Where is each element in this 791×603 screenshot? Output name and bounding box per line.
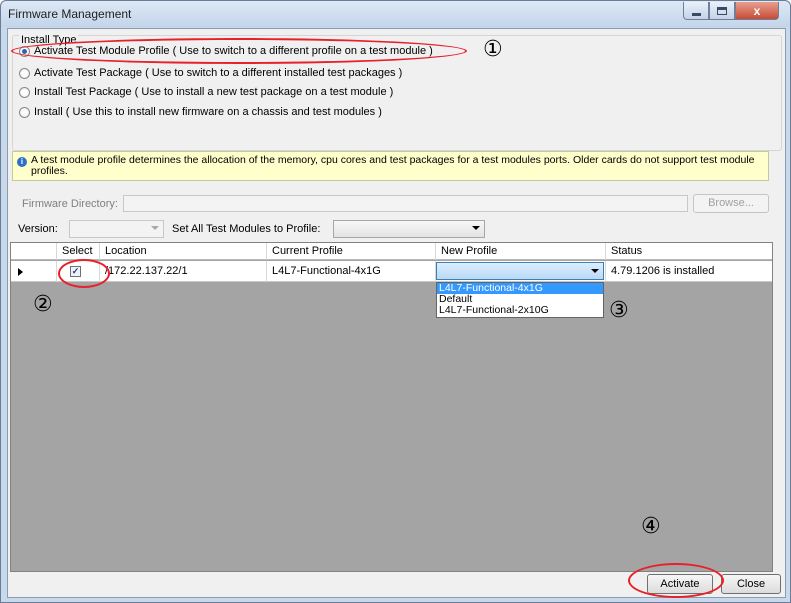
close-icon: x bbox=[753, 3, 761, 18]
new-profile-dropdown-list[interactable]: L4L7-Functional-4x1G Default L4L7-Functi… bbox=[436, 282, 604, 318]
close-button[interactable]: Close bbox=[721, 574, 781, 594]
row-pointer-icon bbox=[18, 268, 23, 276]
minimize-icon bbox=[691, 13, 701, 16]
browse-button[interactable]: Browse... bbox=[693, 194, 769, 213]
annotation-step-1: ① bbox=[483, 37, 503, 62]
grid-header: Select Location Current Profile New Prof… bbox=[11, 243, 772, 260]
radio-button-icon[interactable] bbox=[19, 86, 30, 98]
version-combo[interactable] bbox=[69, 220, 164, 238]
radio-button-icon[interactable] bbox=[19, 67, 30, 79]
firmware-directory-input[interactable] bbox=[123, 195, 688, 212]
annotation-step-3: ③ bbox=[609, 298, 629, 323]
column-header-status[interactable]: Status bbox=[606, 243, 772, 260]
annotation-ellipse-activate-button bbox=[628, 563, 724, 598]
current-profile-cell: L4L7-Functional-4x1G bbox=[267, 261, 436, 282]
radio-label: Activate Test Package ( Use to switch to… bbox=[34, 67, 403, 79]
status-cell: 4.79.1206 is installed bbox=[611, 265, 715, 277]
chevron-down-icon bbox=[591, 269, 599, 273]
firmware-directory-label: Firmware Directory: bbox=[22, 198, 118, 210]
row-selector[interactable] bbox=[11, 261, 57, 282]
annotation-ellipse-select-checkbox bbox=[58, 259, 110, 288]
radio-activate-test-package[interactable]: Activate Test Package ( Use to switch to… bbox=[19, 65, 402, 81]
info-icon: i bbox=[17, 157, 27, 167]
chevron-down-icon bbox=[472, 226, 480, 230]
minimize-button[interactable] bbox=[683, 2, 709, 20]
window-title: Firmware Management bbox=[8, 7, 132, 21]
info-banner: i A test module profile determines the a… bbox=[12, 151, 769, 181]
column-header-new-profile[interactable]: New Profile bbox=[436, 243, 606, 260]
maximize-icon bbox=[717, 6, 727, 15]
close-window-button[interactable]: x bbox=[735, 2, 779, 20]
annotation-ellipse-install-option bbox=[11, 38, 467, 64]
radio-label: Install Test Package ( Use to install a … bbox=[34, 86, 394, 98]
column-header-location[interactable]: Location bbox=[100, 243, 267, 260]
radio-button-icon[interactable] bbox=[19, 106, 30, 118]
column-header-current-profile[interactable]: Current Profile bbox=[267, 243, 436, 260]
maximize-button[interactable] bbox=[709, 2, 735, 20]
column-header-select[interactable]: Select bbox=[57, 243, 100, 260]
title-bar[interactable]: Firmware Management x bbox=[1, 1, 790, 27]
set-all-profile-combo[interactable] bbox=[333, 220, 485, 238]
dropdown-option[interactable]: L4L7-Functional-2x10G bbox=[437, 305, 603, 316]
row-header-column bbox=[11, 243, 57, 260]
dialog-body: Install Type Activate Test Module Profil… bbox=[7, 28, 786, 598]
radio-install-test-package[interactable]: Install Test Package ( Use to install a … bbox=[19, 84, 393, 100]
set-all-profile-label: Set All Test Modules to Profile: bbox=[172, 223, 321, 235]
radio-install[interactable]: Install ( Use this to install new firmwa… bbox=[19, 104, 382, 120]
annotation-step-2: ② bbox=[33, 292, 53, 317]
firmware-management-window: Firmware Management x Install Type Activ… bbox=[0, 0, 791, 603]
annotation-step-4: ④ bbox=[641, 514, 661, 539]
table-row[interactable]: ✓ /172.22.137.22/1 L4L7-Functional-4x1G … bbox=[11, 261, 772, 282]
version-label: Version: bbox=[18, 223, 58, 235]
radio-label: Install ( Use this to install new firmwa… bbox=[34, 106, 382, 118]
location-cell: /172.22.137.22/1 bbox=[100, 261, 267, 282]
info-text: A test module profile determines the all… bbox=[31, 154, 755, 177]
chevron-down-icon bbox=[151, 226, 159, 230]
new-profile-combo[interactable] bbox=[436, 262, 604, 280]
